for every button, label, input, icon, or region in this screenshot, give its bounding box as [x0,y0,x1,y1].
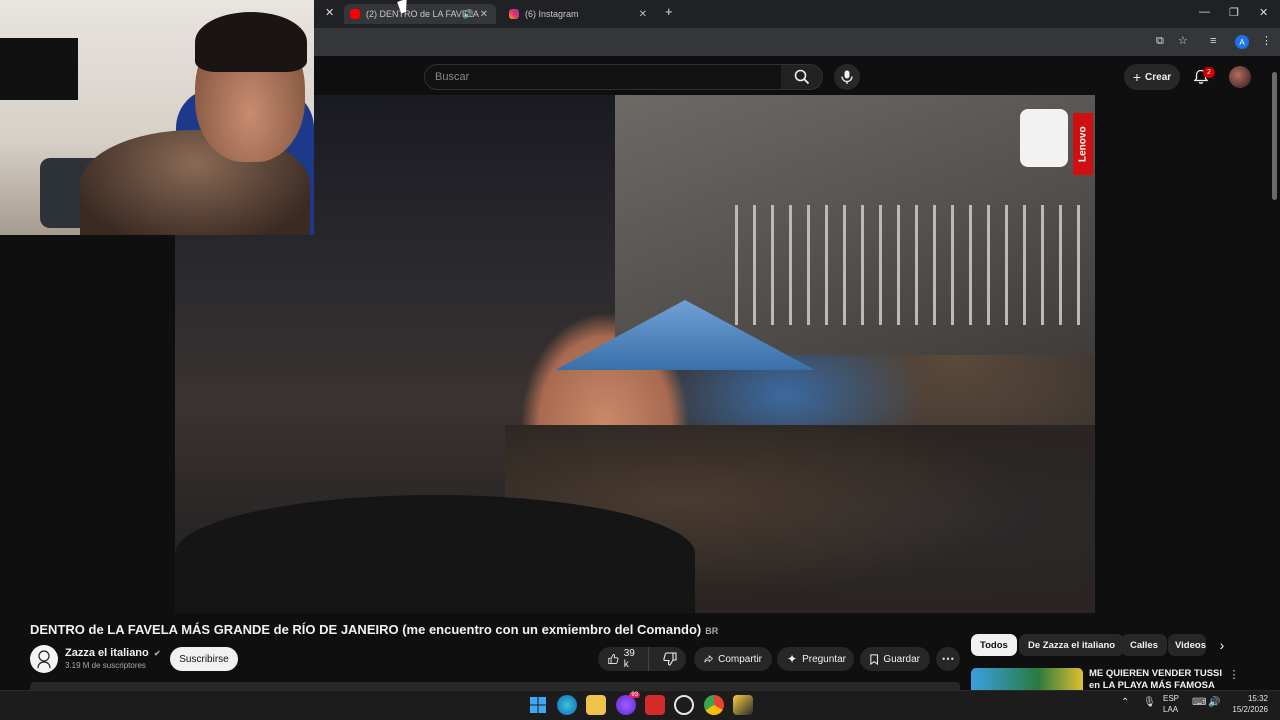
account-avatar[interactable] [1229,66,1251,88]
chrome-icon[interactable] [704,695,724,715]
notes-app-icon[interactable] [733,695,753,715]
recommendation-title[interactable]: ME QUIEREN VENDER TUSSI en LA PLAYA MÁS … [1089,668,1229,690]
new-tab-icon[interactable]: + [665,4,673,19]
clock-time[interactable]: 15:32 [1236,694,1268,703]
media-controls-icon[interactable]: ≡ [1210,35,1216,47]
tab-youtube[interactable]: (2) DENTRO de LA FAVELA 🔊 ✕ [344,4,496,24]
save-button[interactable]: Guardar [860,647,930,671]
speaker-icon[interactable]: 🔊 [463,9,474,20]
verified-check-icon: ✔ [153,649,161,658]
tray-microphone-icon[interactable]: 🎙 [1143,697,1156,708]
sparkle-icon: ✦ [787,652,798,666]
plus-icon: + [1132,69,1142,85]
video-title: DENTRO de LA FAVELA MÁS GRANDE de RÍO DE… [30,622,718,637]
webcam-tv [0,38,78,100]
clock-date[interactable]: 15/2/2026 [1222,705,1268,714]
profile-icon[interactable]: A [1235,35,1249,49]
subscriber-count: 3.19 M de suscriptores [65,661,146,670]
tray-chevron-up-icon[interactable]: ⌃ [1121,697,1129,708]
close-tab-icon[interactable]: ✕ [480,9,488,20]
channel-name[interactable]: Zazza el italiano ✔ [65,647,161,659]
video-presenter [175,495,695,613]
microphone-icon [841,70,853,84]
windows-taskbar [0,690,1280,720]
volume-icon[interactable]: 🔊 [1208,697,1220,708]
minimize-icon[interactable]: — [1199,6,1210,18]
channel-avatar[interactable] [30,645,58,673]
bookmark-icon [870,653,878,665]
create-label: Crear [1145,71,1172,83]
youtube-icon [350,9,360,19]
close-window-icon[interactable]: ✕ [1259,6,1268,19]
search-button[interactable] [781,64,823,90]
keyboard-layout[interactable]: LAA [1163,705,1178,714]
scrollbar-thumb[interactable] [1272,72,1277,200]
share-arrow-icon [704,654,713,663]
chip-streets[interactable]: Calles [1121,634,1167,656]
cast-icon[interactable]: ⧉ [1156,35,1164,48]
search-icon [794,69,809,85]
description-box[interactable] [30,682,960,690]
ask-button[interactable]: ✦ Preguntar [777,647,854,671]
bookmark-star-icon[interactable]: ☆ [1178,34,1188,47]
close-tab-icon[interactable]: ✕ [325,6,334,19]
network-icon[interactable]: ⌨ [1192,697,1206,708]
share-label: Compartir [718,653,762,665]
messenger-icon[interactable]: 93 [616,692,640,715]
chips-next-button[interactable]: › [1212,636,1232,654]
notification-count-badge: 2 [1203,67,1215,78]
more-actions-button[interactable]: ⋯ [936,647,960,671]
edge-icon[interactable] [557,695,577,715]
instagram-icon [509,9,519,19]
title-badge: BR [705,626,719,636]
file-explorer-icon[interactable] [586,695,606,715]
like-dislike-group: 39 k [598,647,686,671]
recommendation-thumbnail[interactable] [971,668,1083,690]
tab-instagram-label: (6) Instagram [525,9,579,19]
recommendation-menu-icon[interactable]: ⋮ [1228,668,1240,682]
like-count: 39 k [623,648,635,670]
webcam-overlay [0,0,314,235]
restore-icon[interactable]: ❐ [1229,6,1239,19]
chrome-menu-icon[interactable]: ⋮ [1261,34,1272,47]
chip-from-channel[interactable]: De Zazza el italiano [1019,634,1125,656]
tab-instagram[interactable]: (6) Instagram ✕ [503,4,655,24]
thumbs-up-icon [608,653,619,665]
video-title-text: DENTRO de LA FAVELA MÁS GRANDE de RÍO DE… [30,622,702,637]
chip-videos[interactable]: Videos [1168,634,1206,656]
thumbs-down-icon [663,652,677,666]
like-button[interactable]: 39 k [598,647,650,671]
chevron-right-icon: › [1219,637,1225,653]
dislike-button[interactable] [654,652,686,666]
share-button[interactable]: Compartir [694,647,772,671]
search-input[interactable]: Buscar [424,64,782,90]
channel-name-text: Zazza el italiano [65,647,149,659]
lenovo-logo: Lenovo [1073,113,1093,175]
media-app-icon[interactable] [645,695,665,715]
ellipsis-icon: ⋯ [941,651,955,666]
ask-label: Preguntar [802,653,846,665]
voice-search-button[interactable] [834,64,860,90]
start-button[interactable] [528,695,548,715]
messenger-badge: 93 [629,692,640,698]
save-label: Guardar [883,653,920,665]
subscribe-button[interactable]: Suscribirse [170,647,238,671]
input-language[interactable]: ESP [1163,694,1179,703]
channel-avatar-drawing [37,650,51,668]
create-button[interactable]: + Crear [1124,64,1180,90]
windows-logo-icon [530,697,546,713]
webcam-streamer-hair [195,12,307,72]
chip-all[interactable]: Todos [971,634,1017,656]
close-tab-icon[interactable]: ✕ [639,9,647,20]
video-railing [735,205,1095,325]
capture-app-icon[interactable] [674,695,694,715]
channel-sticker-logo [1020,109,1068,167]
